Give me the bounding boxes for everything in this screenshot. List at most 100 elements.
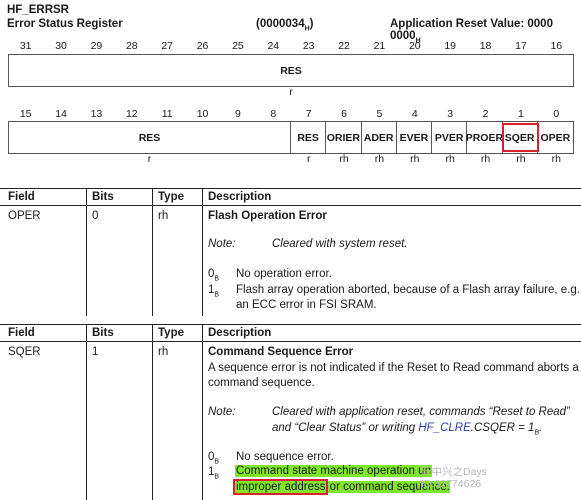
hf-clre-link[interactable]: HF_CLRE [418,422,470,434]
bit-number: 1 [518,108,524,120]
bit-number: 10 [196,108,209,120]
sqer-value-0-code: 0B [208,451,220,466]
sqer-note-line2: and “Clear Status” or writing HF_CLRE.CS… [272,422,543,437]
table-divider [86,324,87,500]
sqer-para-line2: command sequence. [208,377,315,389]
res-bit7-field: RES [291,122,327,153]
bit-number: 26 [196,40,209,52]
oper-type: rh [158,210,169,222]
header-bits: Bits [92,327,114,339]
upper-res-field: RES [9,55,573,86]
bit-number: 9 [235,108,241,120]
bit-number: 11 [161,108,173,120]
upper-bit-numbers: 31 30 29 28 27 26 25 24 23 22 21 20 19 1… [8,40,574,52]
bit-number: 17 [515,40,527,52]
header-field: Field [8,327,35,339]
oper-field: OPER [540,131,571,144]
bit-number: 22 [338,40,350,52]
sqer-type: rh [158,346,169,358]
lower-res-field: RES [9,122,291,153]
header-description: Description [208,191,272,203]
bit-number: 6 [341,108,347,120]
bit-number: 28 [125,40,138,52]
sqer-title: Command Sequence Error [208,346,354,358]
table-divider [202,188,203,316]
bit-number: 2 [482,108,489,120]
oper-value-1-line2: an ECC error in FSI SRAM. [236,299,377,311]
highlighted-text: Command state machine operation un [235,465,432,477]
pver-field: PVER [432,122,468,153]
sqer-bits: 1 [92,346,99,358]
bit-number: 14 [55,108,67,120]
bit-number: 29 [90,40,103,52]
sqer-value-0-text: No sequence error. [236,451,334,463]
upper-access-row: r [8,86,574,98]
access-type: rh [410,153,420,165]
bit-number: 3 [447,108,454,120]
bit-number: 23 [302,40,315,52]
register-name: HF_ERRSR [7,4,69,16]
sqer-field-name: SQER [8,346,41,358]
bit-number: 31 [19,40,32,52]
upper-register-row: RES [8,54,574,87]
access-type: rh [516,153,526,165]
header-type: Type [158,327,184,339]
bit-number: 27 [161,40,174,52]
lower-bit-numbers: 15 14 13 12 11 10 9 8 7 6 5 4 3 2 1 0 [8,108,574,120]
bit-number: 13 [90,108,103,120]
header-bits: Bits [92,191,114,203]
table-divider [152,188,153,316]
oper-value-1-line1: Flash array operation aborted, because o… [236,284,580,296]
access-type: rh [480,153,491,165]
bit-number: 18 [479,40,492,52]
bit-number: 4 [411,108,418,120]
oper-value-0-code: 0B [208,268,220,283]
bit-number: 12 [125,108,138,120]
bit-number: 24 [267,40,280,52]
lower-access-row: r r rh rh rh rh rh rh rh [8,153,574,165]
ader-field: ADER [362,122,397,153]
bit-number: 5 [376,108,383,120]
bit-number: 20 [408,40,421,52]
access-type: rh [339,153,349,165]
sqer-value-1-code: 1B [208,466,220,481]
bit-number: 30 [55,40,67,52]
proer-field: PROER [466,122,503,153]
oper-value-1-code: 1B [208,284,220,299]
access-type: rh [445,153,455,165]
bit-number: 8 [270,108,277,120]
header-type: Type [158,191,184,203]
oper-value-0-text: No operation error. [236,268,332,280]
bit-number: 16 [550,40,563,52]
table-divider [152,324,153,500]
lower-register-row: RES RES ORIER ADER EVER PVER PROER SQER … [8,121,574,154]
access-type: rh [551,153,561,165]
oper-field-name: OPER [8,210,41,222]
oper-bits: 0 [92,210,99,222]
sqer-para-line1: A sequence error is not indicated if the… [208,362,579,374]
orier-field: ORIER [326,122,362,153]
header-field: Field [8,191,35,203]
sqer-table-header: Field Bits Type Description [0,324,581,342]
oper-table-header: Field Bits Type Description [0,188,581,206]
ever-field: EVER [397,122,432,153]
register-title: Error Status Register [7,18,123,30]
field-label: RES [280,64,302,77]
bit-number: 21 [373,40,386,52]
oper-title: Flash Operation Error [208,210,327,222]
improper-address-highlight: improper address [232,479,329,495]
oper-note-label: Note: [208,238,236,250]
sqer-note-line1: Cleared with application reset, commands… [272,406,570,418]
bit-number: 7 [305,108,312,120]
table-divider [202,324,203,500]
bit-number: 15 [19,108,32,120]
sqer-highlight-box [502,123,539,152]
sqer-value-1-line1: Command state machine operation un [235,465,432,477]
register-offset: (0000034H) [256,18,314,33]
sqer-note-label: Note: [208,406,236,418]
access-type: r [306,153,311,165]
watermark: 新中兴之Days ID:82774626 [421,466,487,490]
access-type: r [289,86,293,98]
sqer-value-1-line2: improper address or command sequence. [232,479,450,495]
bit-number: 19 [444,40,457,52]
